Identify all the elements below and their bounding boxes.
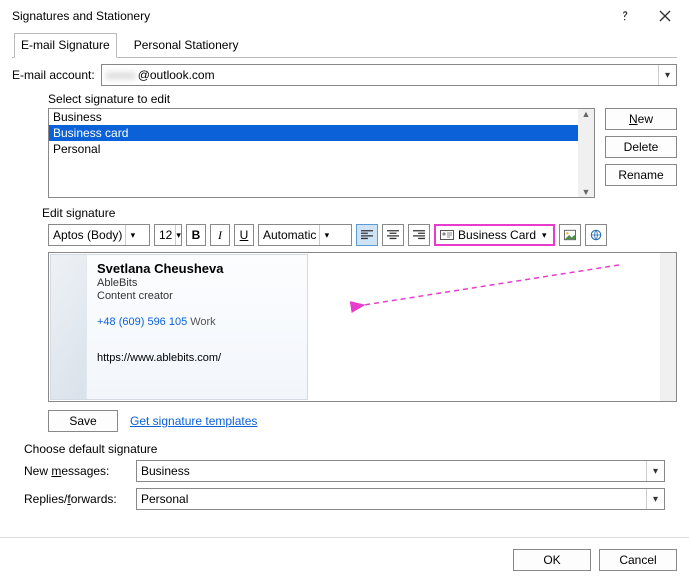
signature-list-scrollbar[interactable]: ▲ ▼ bbox=[578, 109, 594, 197]
signature-list[interactable]: Business Business card Personal ▲ ▼ bbox=[48, 108, 595, 198]
get-templates-link[interactable]: Get signature templates bbox=[130, 414, 257, 428]
font-family-dropdown[interactable]: Aptos (Body)▾ bbox=[48, 224, 150, 246]
ok-button[interactable]: OK bbox=[513, 549, 591, 571]
chevron-down-icon: ▾ bbox=[658, 65, 676, 85]
cancel-button[interactable]: Cancel bbox=[599, 549, 677, 571]
close-icon bbox=[659, 10, 671, 22]
chevron-down-icon: ▾ bbox=[125, 225, 139, 245]
card-url: https://www.ablebits.com/ bbox=[97, 352, 297, 364]
window-title: Signatures and Stationery bbox=[12, 9, 150, 23]
email-account-value: @outlook.com bbox=[138, 68, 215, 82]
align-center-button[interactable] bbox=[382, 224, 404, 246]
signature-item-personal[interactable]: Personal bbox=[49, 141, 594, 157]
font-size-dropdown[interactable]: 12▾ bbox=[154, 224, 182, 246]
insert-hyperlink-button[interactable] bbox=[585, 224, 607, 246]
choose-default-label: Choose default signature bbox=[24, 442, 677, 456]
business-card-icon bbox=[440, 229, 454, 241]
new-button[interactable]: New bbox=[605, 108, 677, 130]
scroll-down-icon: ▼ bbox=[582, 187, 591, 197]
help-button[interactable] bbox=[605, 0, 645, 32]
new-messages-label: New messages: bbox=[24, 464, 130, 478]
replies-forwards-dropdown[interactable]: Personal ▾ bbox=[136, 488, 665, 510]
close-button[interactable] bbox=[645, 0, 685, 32]
card-phone: +48 (609) 596 105Work bbox=[97, 316, 297, 328]
help-icon bbox=[619, 10, 631, 22]
card-photo-placeholder bbox=[51, 255, 87, 399]
email-account-label: E-mail account: bbox=[12, 68, 95, 82]
chevron-down-icon: ▾ bbox=[319, 225, 333, 245]
underline-button[interactable]: U bbox=[234, 224, 254, 246]
delete-button[interactable]: Delete bbox=[605, 136, 677, 158]
align-right-button[interactable] bbox=[408, 224, 430, 246]
dialog-footer: OK Cancel bbox=[0, 537, 689, 581]
edit-signature-label: Edit signature bbox=[42, 206, 677, 220]
bold-button[interactable]: B bbox=[186, 224, 206, 246]
card-company: AbleBits bbox=[97, 277, 297, 289]
save-button[interactable]: Save bbox=[48, 410, 118, 432]
chevron-down-icon: ▾ bbox=[542, 230, 547, 241]
rename-button[interactable]: Rename bbox=[605, 164, 677, 186]
signature-item-business[interactable]: Business bbox=[49, 109, 594, 125]
card-role: Content creator bbox=[97, 290, 297, 302]
italic-button[interactable]: I bbox=[210, 224, 230, 246]
editor-scrollbar[interactable] bbox=[660, 253, 676, 401]
tab-strip: E-mail Signature Personal Stationery bbox=[12, 32, 677, 58]
align-center-icon bbox=[387, 229, 399, 241]
font-color-dropdown[interactable]: Automatic▾ bbox=[258, 224, 352, 246]
business-card-button[interactable]: Business Card ▾ bbox=[434, 224, 555, 246]
replies-forwards-label: Replies/forwards: bbox=[24, 492, 130, 506]
chevron-down-icon: ▾ bbox=[646, 461, 664, 481]
chevron-down-icon: ▾ bbox=[646, 489, 664, 509]
signature-editor[interactable]: Svetlana Cheusheva AbleBits Content crea… bbox=[48, 252, 677, 402]
chevron-down-icon: ▾ bbox=[175, 225, 181, 245]
card-name: Svetlana Cheusheva bbox=[97, 261, 297, 276]
insert-picture-button[interactable] bbox=[559, 224, 581, 246]
select-signature-label: Select signature to edit bbox=[48, 92, 677, 106]
align-left-button[interactable] bbox=[356, 224, 378, 246]
tab-email-signature[interactable]: E-mail Signature bbox=[14, 33, 117, 58]
link-icon bbox=[590, 228, 602, 242]
tab-personal-stationery[interactable]: Personal Stationery bbox=[127, 33, 246, 58]
callout-arrow bbox=[349, 263, 629, 313]
email-account-dropdown[interactable]: xxxxx @outlook.com ▾ bbox=[101, 64, 677, 86]
email-account-local: xxxxx bbox=[106, 68, 136, 82]
scroll-up-icon: ▲ bbox=[582, 109, 591, 119]
business-card-preview: Svetlana Cheusheva AbleBits Content crea… bbox=[50, 254, 308, 400]
picture-icon bbox=[564, 229, 576, 241]
align-left-icon bbox=[361, 229, 373, 241]
align-right-icon bbox=[413, 229, 425, 241]
new-messages-dropdown[interactable]: Business ▾ bbox=[136, 460, 665, 482]
signature-item-business-card[interactable]: Business card bbox=[49, 125, 594, 141]
editor-toolbar: Aptos (Body)▾ 12▾ B I U Automatic▾ Busin… bbox=[48, 222, 677, 248]
